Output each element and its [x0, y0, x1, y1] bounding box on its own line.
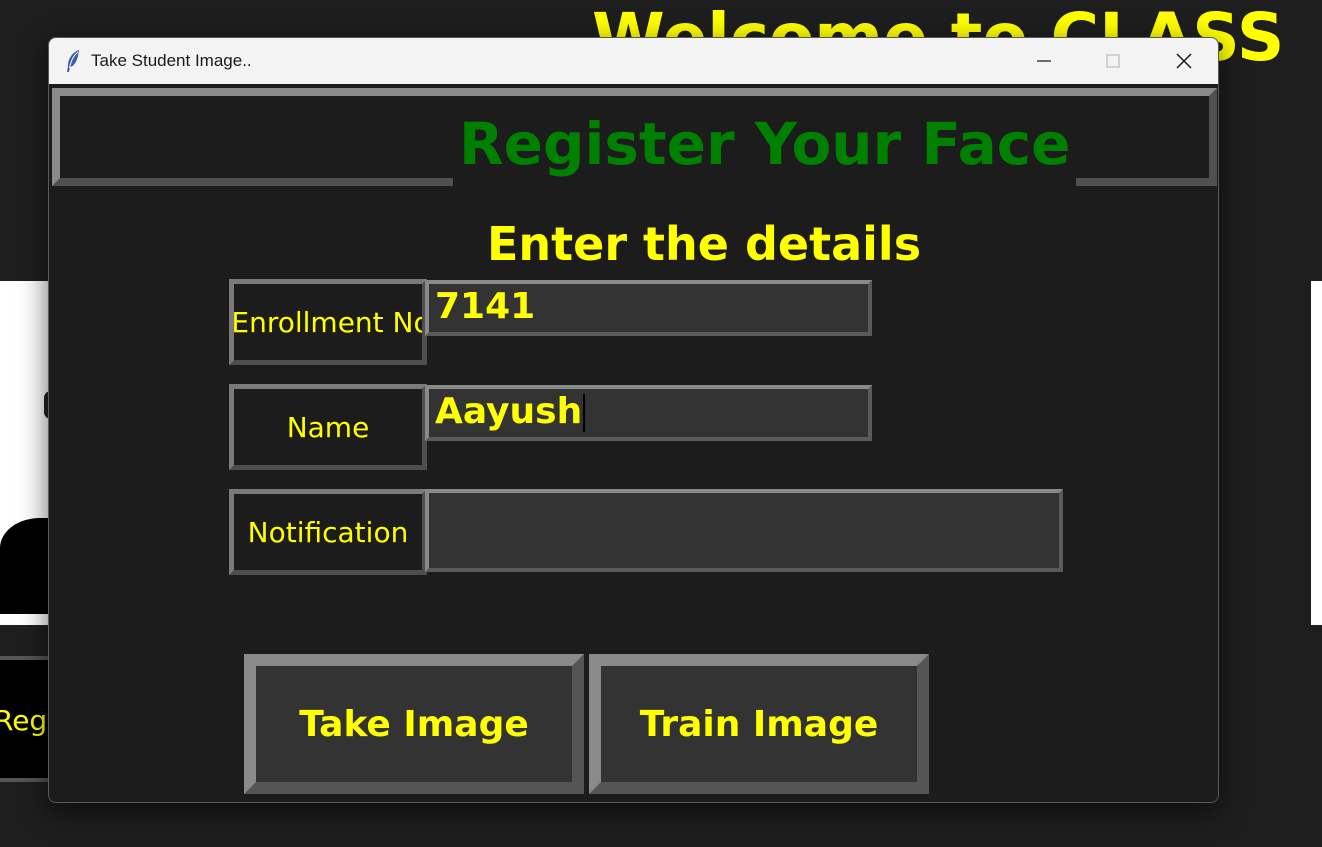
- background-register-button-label: Reg: [0, 704, 48, 737]
- window-title: Take Student Image..: [91, 51, 252, 70]
- notification-label-text: Notification: [247, 515, 409, 549]
- notification-label: Notification: [229, 489, 427, 575]
- notification-field: [425, 489, 1063, 572]
- enrollment-input[interactable]: 7141: [425, 280, 872, 336]
- text-caret: [583, 394, 586, 432]
- name-label: Name: [229, 384, 427, 470]
- name-label-text: Name: [286, 410, 370, 444]
- name-input[interactable]: Aayush: [425, 385, 872, 441]
- feather-icon: [65, 49, 81, 73]
- window-titlebar[interactable]: Take Student Image..: [49, 38, 1218, 84]
- take-image-button-label: Take Image: [299, 703, 529, 745]
- minimize-icon: [1037, 60, 1051, 62]
- take-image-button[interactable]: Take Image: [244, 654, 584, 794]
- form-subtitle: Enter the details: [487, 217, 922, 271]
- maximize-button[interactable]: [1078, 38, 1148, 84]
- minimize-button[interactable]: [1009, 38, 1079, 84]
- enrollment-label: Enrollment No: [229, 279, 427, 365]
- dialog-content: Register Your Face Enter the details Enr…: [49, 84, 1218, 802]
- close-icon: [1176, 53, 1192, 69]
- take-student-image-window: Take Student Image.. Register Your Face …: [48, 37, 1219, 803]
- background-image-panel-right: [1311, 281, 1322, 625]
- train-image-button-label: Train Image: [639, 703, 879, 745]
- maximize-icon: [1106, 54, 1120, 68]
- name-input-value: Aayush: [435, 391, 583, 432]
- close-button[interactable]: [1149, 38, 1218, 84]
- enrollment-label-text: Enrollment No: [231, 305, 427, 339]
- page-title: Register Your Face: [453, 110, 1077, 190]
- train-image-button[interactable]: Train Image: [589, 654, 929, 794]
